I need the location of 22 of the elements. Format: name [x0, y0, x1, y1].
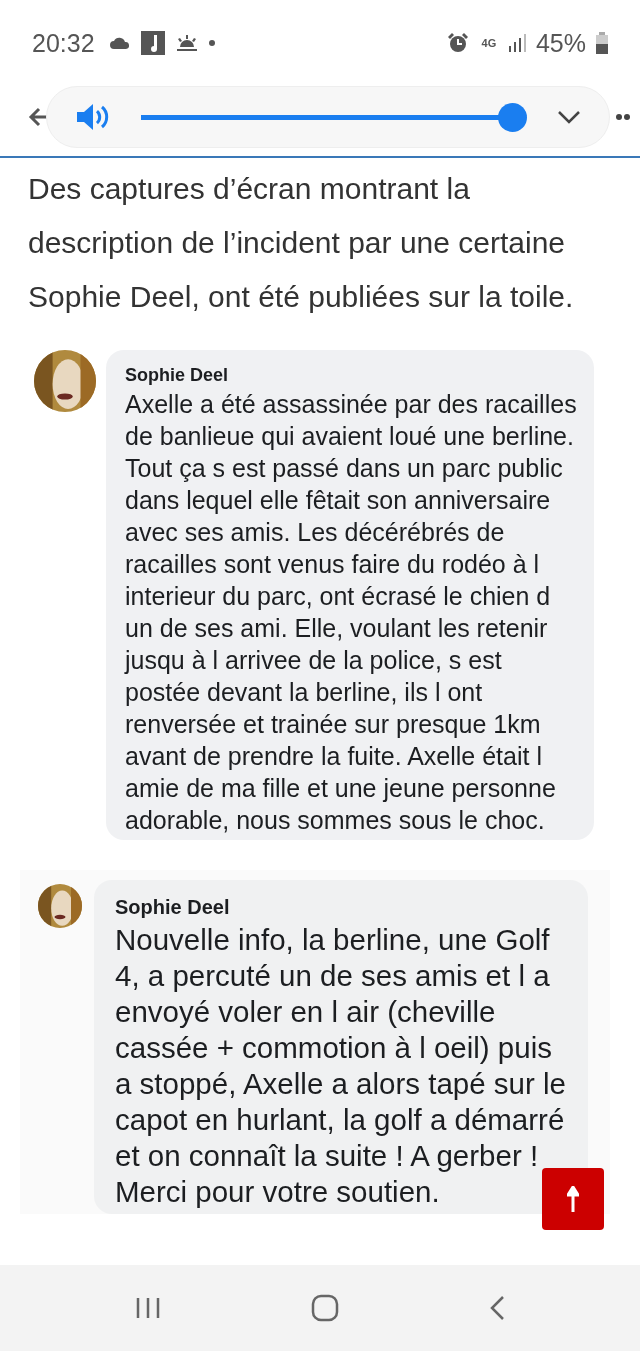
cloud-icon — [108, 36, 131, 50]
battery-icon — [596, 32, 608, 54]
home-icon[interactable] — [311, 1294, 339, 1322]
scroll-to-top-button[interactable] — [542, 1168, 604, 1230]
recent-apps-icon[interactable] — [135, 1297, 161, 1319]
comment-text: Axelle a été assassinée par des racailles de banlieue qui avaient loué une berline. Tout ça s est passé dans un parc public dans lequel elle fêtait son anniversaire avec ses amis. Les décérébrés de racailles sont venus faire du rodéo à l interieur du parc, ont écrasé le chien d un de ses ami. Elle, voulant les retenir jusqu à l arrivee de la police, s est postée devant la berline, ils l ont renversée et trainée sur presque 1km avant de prendre la fuite. Axelle était l amie de ma fille et une jeune personne adorable, nous sommes sous le choc. — [125, 389, 578, 836]
up-arrow-icon — [567, 1186, 579, 1212]
article-paragraph: Des captures d’écran montrant la description de l’incident par une certaine Sophie Deel, ont été publiées sur la toile. — [28, 171, 575, 315]
speaker-icon[interactable] — [75, 102, 111, 132]
clock-time: 20:32 — [32, 28, 95, 58]
comment-author: Sophie Deel — [115, 895, 231, 920]
battery-percent: 45% — [535, 28, 586, 58]
comment-author: Sophie Deel — [125, 364, 230, 387]
music-note-icon — [140, 31, 165, 55]
sunrise-icon — [174, 33, 199, 53]
back-icon[interactable] — [489, 1295, 505, 1321]
more-icon[interactable] — [616, 113, 630, 121]
chevron-down-icon[interactable] — [557, 110, 581, 124]
dot-icon — [208, 40, 215, 46]
network-label: 4G — [480, 37, 498, 49]
signal-icon — [507, 34, 526, 52]
comment-text: Nouvelle info, la berline, une Golf 4, a percuté un de ses amis et l a envoyé voler en l air (cheville cassée + commotion à l oeil) puis a stoppé, Axelle a alors tapé sur le capot en hurlant, la golf a démarré et on connaît la suite ! A gerber ! Merci pour votre soutien. — [115, 922, 567, 1210]
